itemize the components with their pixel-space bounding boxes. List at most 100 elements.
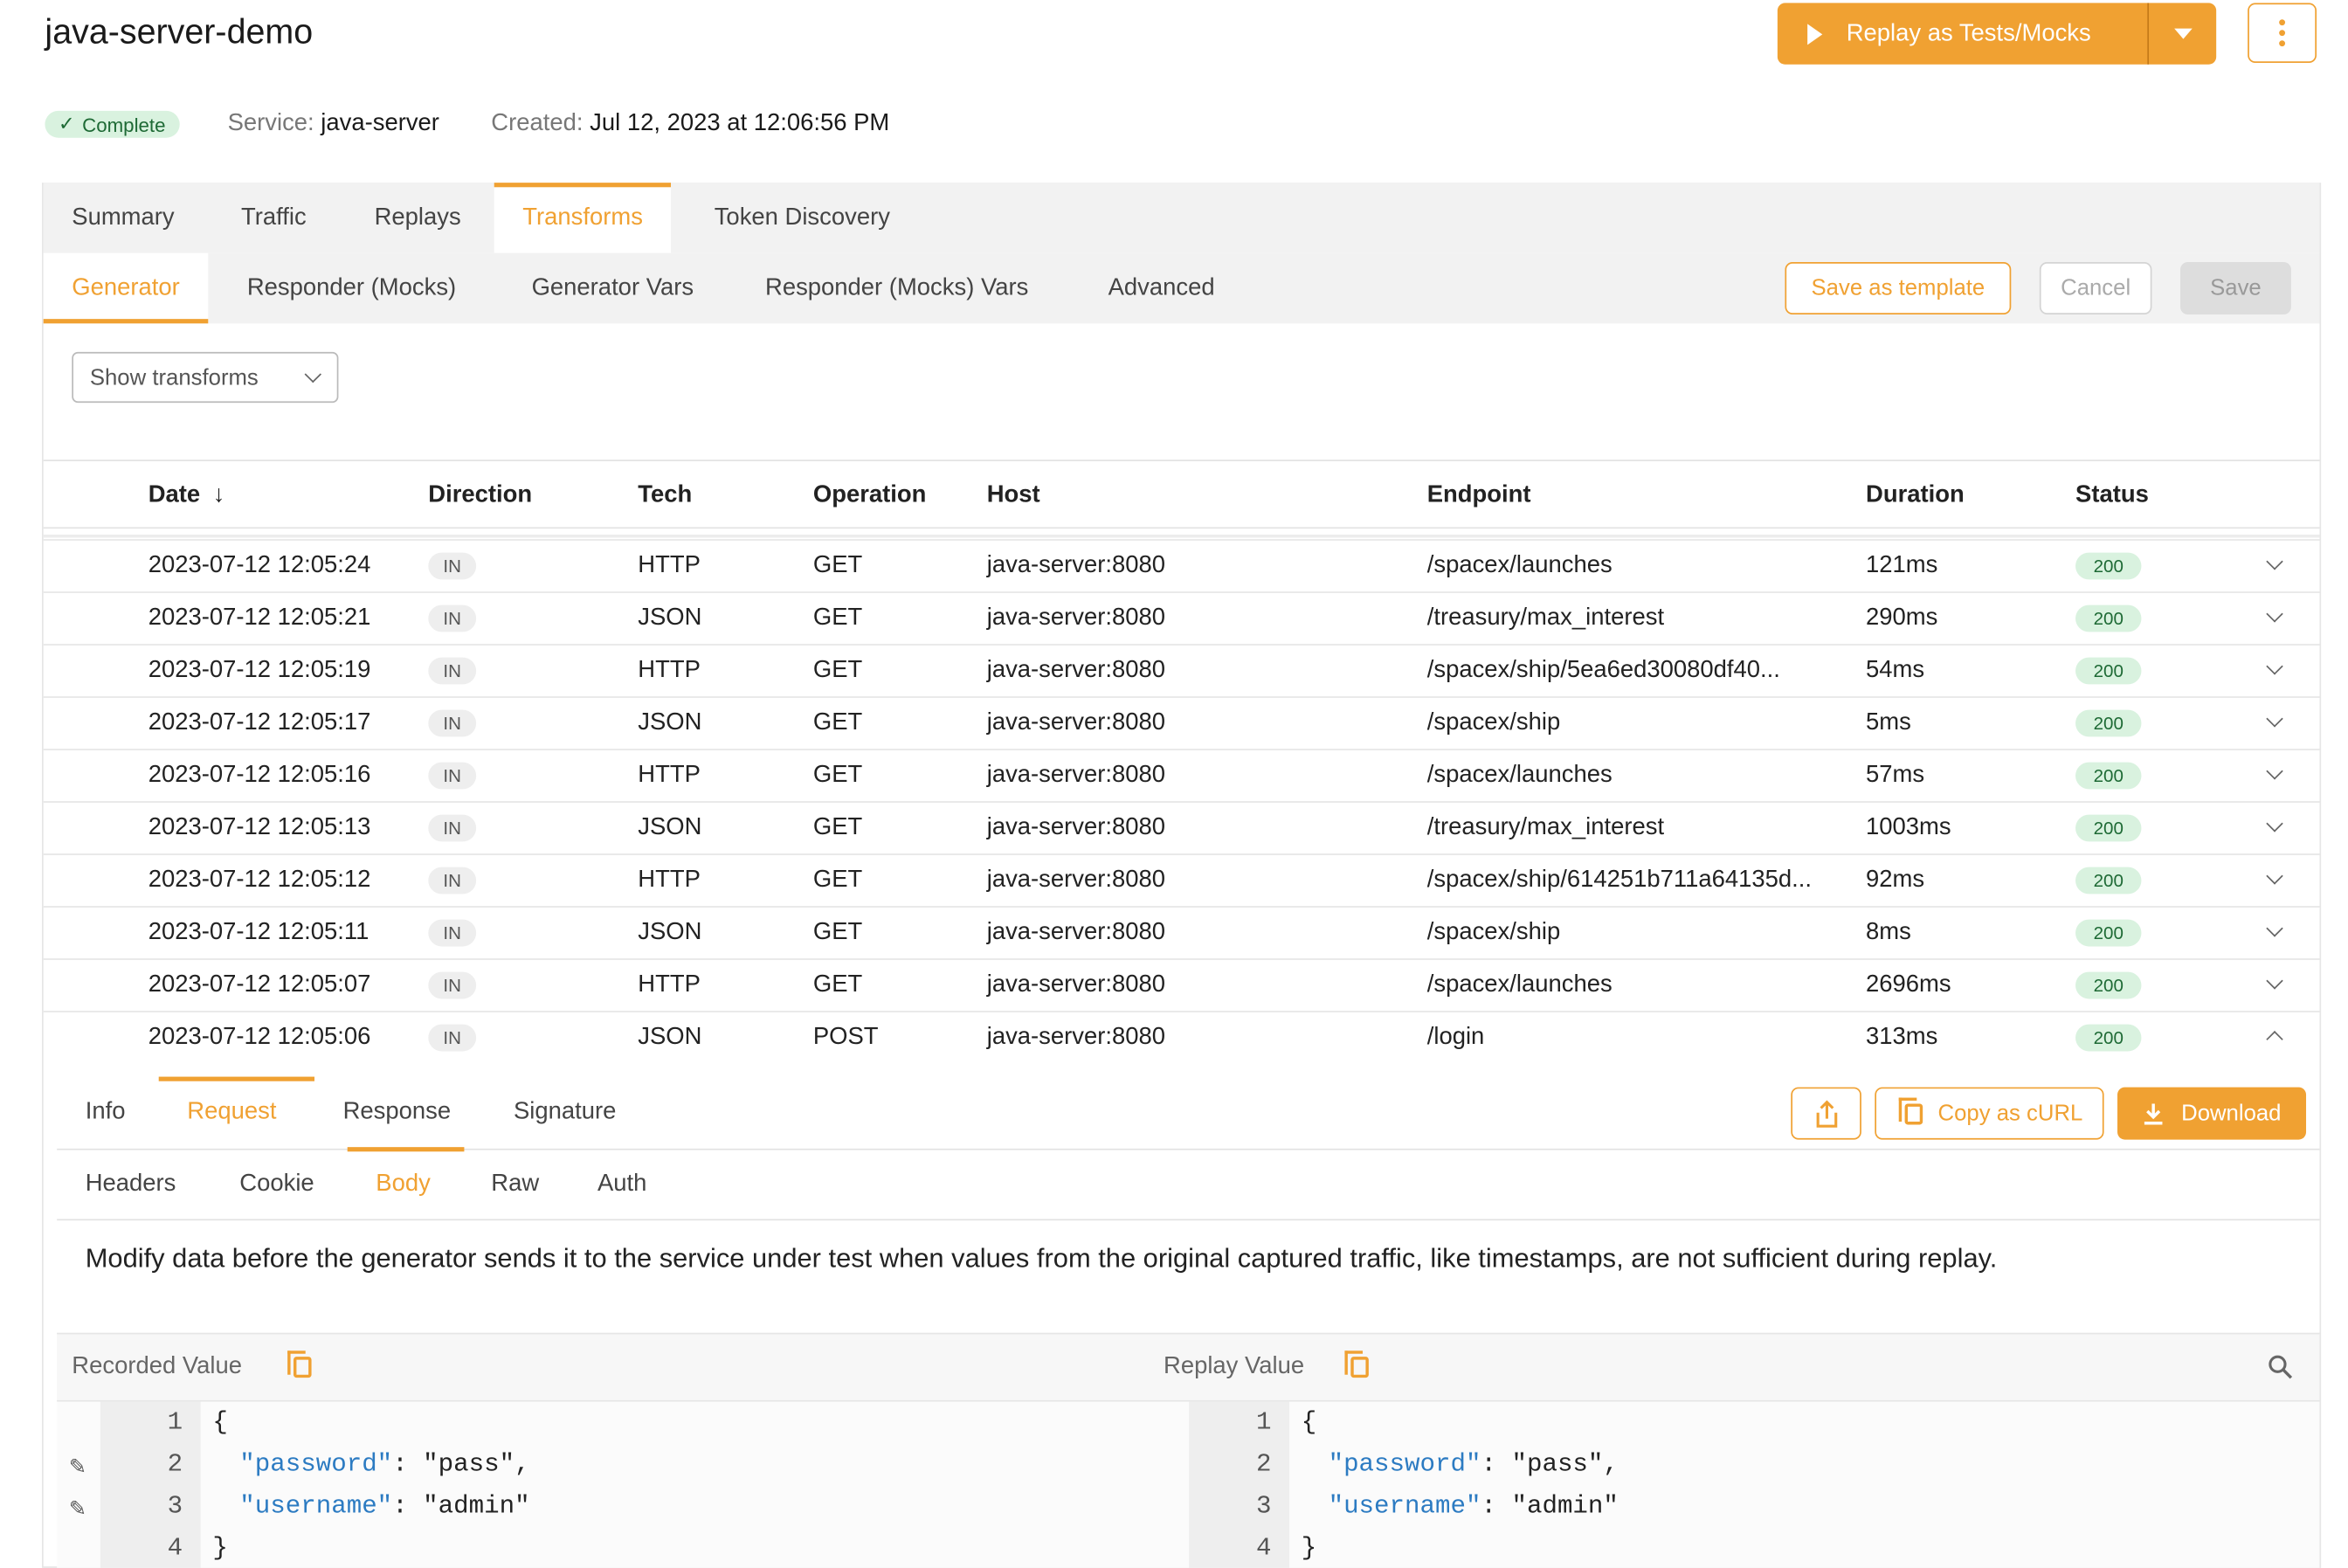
- tab-signature[interactable]: Signature: [514, 1099, 616, 1126]
- table-row[interactable]: 2023-07-12 12:05:17 JSON GET java-server:80…: [43, 696, 2320, 749]
- direction-badge: IN: [428, 1024, 477, 1052]
- show-transforms-dropdown[interactable]: Show transforms: [72, 351, 339, 404]
- status-badge: 200: [2075, 709, 2142, 737]
- code-line: {: [212, 1409, 227, 1438]
- line-number: 1: [167, 1409, 183, 1438]
- json-text: : "pass",: [1481, 1451, 1619, 1480]
- line-number: 3: [1255, 1493, 1272, 1522]
- cell-operation: GET: [812, 814, 863, 840]
- cell-tech: JSON: [638, 604, 702, 631]
- chevron-down-icon[interactable]: [2266, 867, 2283, 885]
- cell-tech: HTTP: [638, 657, 701, 683]
- tab-body-indicator: [347, 1147, 465, 1152]
- cell-operation: GET: [812, 657, 863, 683]
- transform-description: Modify data before the generator sends i…: [85, 1242, 1998, 1274]
- download-button[interactable]: Download: [2117, 1087, 2307, 1140]
- tab-replays[interactable]: Replays: [375, 183, 461, 253]
- recorded-value-label: Recorded Value: [72, 1353, 242, 1379]
- tab-transforms[interactable]: Transforms: [494, 183, 672, 253]
- json-key: "username": [1328, 1493, 1481, 1522]
- col-date[interactable]: Date ↓: [148, 482, 225, 509]
- kebab-menu-icon: [2279, 19, 2286, 26]
- tab-traffic[interactable]: Traffic: [241, 183, 307, 253]
- copy-replay-button[interactable]: [1344, 1350, 1369, 1385]
- line-number: 3: [167, 1493, 183, 1522]
- cell-operation: GET: [812, 709, 863, 736]
- edit-pencil-icon[interactable]: ✎: [69, 1454, 86, 1480]
- cell-duration: 8ms: [1866, 919, 1911, 945]
- created-meta: Created: Jul 12, 2023 at 12:06:56 PM: [491, 111, 889, 138]
- search-button[interactable]: [2267, 1354, 2294, 1388]
- copy-as-curl-label: Copy as cURL: [1937, 1101, 2083, 1127]
- status-badge: 200: [2075, 1024, 2142, 1052]
- download-label: Download: [2181, 1101, 2282, 1127]
- cell-tech: HTTP: [638, 867, 701, 893]
- main-tabs: Summary Traffic Replays Transforms Token…: [43, 183, 2320, 253]
- replay-as-tests-button[interactable]: Replay as Tests/Mocks: [1778, 3, 2147, 64]
- tab-generator[interactable]: Generator: [43, 252, 209, 324]
- col-status: Status: [2075, 482, 2149, 508]
- edit-pencil-icon[interactable]: ✎: [69, 1496, 86, 1522]
- table-row[interactable]: 2023-07-12 12:05:19 HTTP GET java-server:80…: [43, 644, 2320, 696]
- chevron-down-icon[interactable]: [2266, 972, 2283, 990]
- tab-summary[interactable]: Summary: [72, 183, 174, 253]
- tab-responder-mocks-vars[interactable]: Responder (Mocks) Vars: [765, 253, 1028, 324]
- code-line: "password": "pass",: [239, 1451, 529, 1480]
- copy-recorded-button[interactable]: [287, 1350, 312, 1385]
- tab-generator-vars[interactable]: Generator Vars: [532, 253, 694, 324]
- table-row[interactable]: 2023-07-12 12:05:11 JSON GET java-server:80…: [43, 906, 2320, 958]
- code-line: }: [1302, 1535, 1316, 1564]
- chevron-down-icon[interactable]: [2266, 658, 2283, 675]
- chevron-up-icon[interactable]: [2266, 1031, 2283, 1048]
- table-row[interactable]: 2023-07-12 12:05:06 JSON POST java-server:8…: [43, 1011, 2320, 1063]
- cell-duration: 2696ms: [1866, 971, 1951, 998]
- tab-auth[interactable]: Auth: [597, 1171, 646, 1198]
- cell-host: java-server:8080: [986, 657, 1166, 683]
- tab-response[interactable]: Response: [343, 1099, 452, 1126]
- tab-advanced[interactable]: Advanced: [1108, 253, 1215, 324]
- tab-responder-mocks[interactable]: Responder (Mocks): [247, 253, 456, 324]
- tab-cookie[interactable]: Cookie: [239, 1171, 314, 1198]
- table-row[interactable]: 2023-07-12 12:05:16 HTTP GET java-server:80…: [43, 749, 2320, 801]
- status-badge: 200: [2075, 552, 2142, 580]
- cell-host: java-server:8080: [986, 552, 1166, 578]
- divider: [57, 1219, 2320, 1221]
- cancel-button[interactable]: Cancel: [2039, 262, 2152, 315]
- cell-host: java-server:8080: [986, 814, 1166, 840]
- chevron-down-icon[interactable]: [2266, 920, 2283, 937]
- cell-date: 2023-07-12 12:05:24: [148, 552, 371, 578]
- tab-headers[interactable]: Headers: [86, 1171, 176, 1198]
- cell-date: 2023-07-12 12:05:07: [148, 971, 371, 998]
- cell-tech: JSON: [638, 1024, 702, 1050]
- tab-info[interactable]: Info: [86, 1099, 126, 1126]
- tab-raw[interactable]: Raw: [491, 1171, 539, 1198]
- chevron-down-icon[interactable]: [2266, 605, 2283, 623]
- copy-as-curl-button[interactable]: Copy as cURL: [1875, 1087, 2104, 1140]
- tab-body[interactable]: Body: [376, 1171, 431, 1198]
- replay-value-label: Replay Value: [1164, 1353, 1305, 1379]
- chevron-down-icon[interactable]: [2266, 763, 2283, 780]
- cell-tech: HTTP: [638, 971, 701, 998]
- tab-request[interactable]: Request: [187, 1099, 276, 1126]
- more-options-button[interactable]: [2248, 3, 2317, 64]
- cell-duration: 313ms: [1866, 1024, 1938, 1050]
- chevron-down-icon[interactable]: [2266, 815, 2283, 832]
- table-row[interactable]: 2023-07-12 12:05:21 JSON GET java-server:80…: [43, 591, 2320, 644]
- table-row[interactable]: 2023-07-12 12:05:24 HTTP GET java-server:80…: [43, 539, 2320, 591]
- chevron-down-icon[interactable]: [2266, 553, 2283, 570]
- share-button[interactable]: [1791, 1087, 1861, 1140]
- col-date-label: Date: [148, 482, 201, 508]
- table-row[interactable]: 2023-07-12 12:05:13 JSON GET java-server:80…: [43, 801, 2320, 853]
- save-as-template-button[interactable]: Save as template: [1785, 262, 2012, 315]
- save-button[interactable]: Save: [2180, 262, 2291, 315]
- table-row[interactable]: 2023-07-12 12:05:07 HTTP GET java-server:80…: [43, 958, 2320, 1011]
- cell-host: java-server:8080: [986, 867, 1166, 893]
- cell-duration: 92ms: [1866, 867, 1925, 893]
- json-key: "password": [1328, 1451, 1481, 1480]
- table-row[interactable]: 2023-07-12 12:05:12 HTTP GET java-server:80…: [43, 853, 2320, 906]
- replay-options-dropdown[interactable]: [2149, 3, 2216, 64]
- cell-endpoint: /spacex/ship: [1426, 709, 1561, 736]
- chevron-down-icon[interactable]: [2266, 710, 2283, 728]
- cell-host: java-server:8080: [986, 762, 1166, 788]
- tab-token-discovery[interactable]: Token Discovery: [715, 183, 890, 253]
